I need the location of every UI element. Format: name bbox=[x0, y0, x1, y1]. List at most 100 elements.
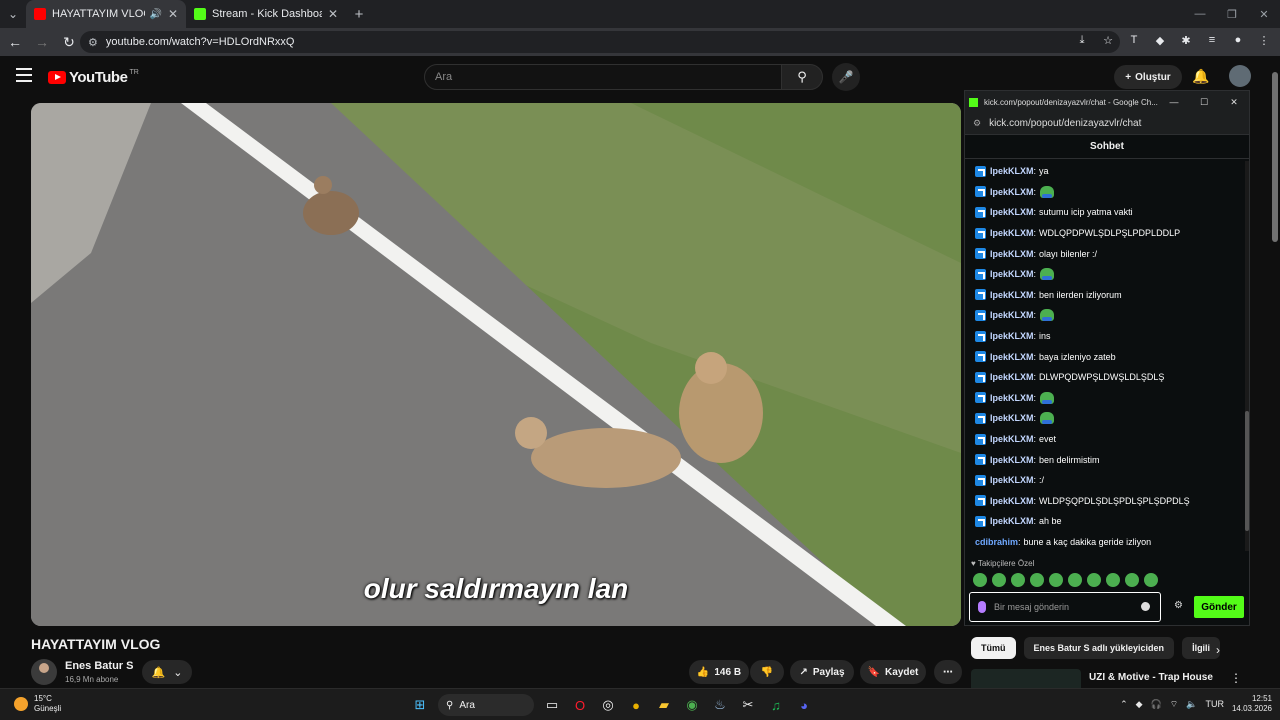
taskbar-search[interactable]: ⚲ Ara bbox=[438, 694, 534, 716]
close-tab-icon[interactable]: ✕ bbox=[328, 7, 338, 21]
minimize-icon[interactable]: — bbox=[1184, 0, 1216, 28]
chat-username[interactable]: IpekKLXM bbox=[990, 434, 1034, 444]
voice-search-button[interactable]: 🎤 bbox=[832, 63, 860, 91]
speaker-icon[interactable]: 🔊 bbox=[149, 9, 161, 20]
like-button[interactable]: 👍 146 B bbox=[689, 660, 749, 684]
chat-username[interactable]: IpekKLXM bbox=[990, 352, 1034, 362]
puzzle-extensions-icon[interactable]: ✱ bbox=[1178, 32, 1194, 48]
youtube-logo[interactable]: YouTube TR bbox=[48, 69, 139, 86]
tray-app-icon[interactable]: ◆ bbox=[1136, 699, 1143, 710]
emote-icon[interactable] bbox=[1011, 573, 1025, 587]
chat-username[interactable]: IpekKLXM bbox=[990, 228, 1034, 238]
chat-username[interactable]: IpekKLXM bbox=[990, 269, 1034, 279]
clock[interactable]: 12:51 14.03.2026 bbox=[1232, 694, 1272, 714]
minimize-icon[interactable]: — bbox=[1159, 91, 1189, 113]
tab-search-chevron-icon[interactable]: ⌄ bbox=[0, 0, 26, 28]
more-actions-button[interactable]: ⋯ bbox=[934, 660, 962, 684]
discord-icon[interactable]: ◕ bbox=[794, 695, 814, 715]
video-player[interactable]: olur saldırmayın lan bbox=[31, 103, 961, 626]
weather-widget[interactable]: 15°C Güneşli bbox=[14, 694, 61, 714]
emote-icon[interactable] bbox=[973, 573, 987, 587]
translate-extension-icon[interactable]: T bbox=[1126, 32, 1142, 48]
chip-from-uploader[interactable]: Enes Batur S adlı yükleyiciden bbox=[1023, 637, 1175, 659]
close-tab-icon[interactable]: ✕ bbox=[168, 7, 178, 21]
chat-username[interactable]: IpekKLXM bbox=[990, 166, 1034, 176]
chat-username[interactable]: cdibrahim bbox=[975, 537, 1018, 547]
chat-username[interactable]: IpekKLXM bbox=[990, 496, 1034, 506]
chat-username[interactable]: IpekKLXM bbox=[990, 455, 1034, 465]
recommendation-title[interactable]: UZI & Motive - Trap House bbox=[1089, 672, 1213, 683]
capcut-icon[interactable]: ✂ bbox=[738, 695, 758, 715]
emote-icon[interactable] bbox=[1087, 573, 1101, 587]
restore-icon[interactable]: ❐ bbox=[1216, 0, 1248, 28]
chat-scrollbar[interactable] bbox=[1245, 161, 1249, 551]
more-dots-icon[interactable]: ⋮ bbox=[1230, 671, 1242, 685]
steam-icon[interactable]: ♨ bbox=[710, 695, 730, 715]
search-button[interactable]: ⚲ bbox=[781, 64, 823, 90]
app-icon[interactable]: ● bbox=[626, 695, 646, 715]
menu-dots-icon[interactable]: ⋮ bbox=[1256, 32, 1272, 48]
create-button[interactable]: + Oluştur bbox=[1114, 65, 1182, 89]
chat-username[interactable]: IpekKLXM bbox=[990, 372, 1034, 382]
account-avatar[interactable] bbox=[1229, 65, 1251, 87]
wifi-icon[interactable]: ⌔ bbox=[1170, 699, 1178, 710]
site-info-icon[interactable]: ⚙ bbox=[88, 36, 98, 49]
tab-kick-dashboard[interactable]: Stream - Kick Dashboard ✕ bbox=[186, 0, 346, 28]
emoji-icon[interactable] bbox=[1141, 602, 1150, 611]
media-controls-icon[interactable]: ≡ bbox=[1204, 32, 1220, 48]
subscription-notification-button[interactable]: 🔔 ⌄ bbox=[142, 660, 192, 684]
emote-icon[interactable] bbox=[1125, 573, 1139, 587]
page-scrollbar[interactable] bbox=[1272, 72, 1278, 242]
new-tab-button[interactable]: + bbox=[346, 0, 372, 28]
maximize-icon[interactable]: ☐ bbox=[1189, 91, 1219, 113]
chat-username[interactable]: IpekKLXM bbox=[990, 475, 1034, 485]
install-app-icon[interactable]: ⤓ bbox=[1074, 32, 1090, 48]
menu-icon[interactable] bbox=[16, 68, 32, 82]
chat-username[interactable]: IpekKLXM bbox=[990, 187, 1034, 197]
dislike-button[interactable]: 👎 bbox=[750, 660, 784, 684]
extension-icon[interactable]: ◆ bbox=[1152, 32, 1168, 48]
headset-icon[interactable]: 🎧 bbox=[1151, 699, 1162, 710]
notifications-bell-icon[interactable]: 🔔 bbox=[1192, 68, 1209, 85]
chat-username[interactable]: IpekKLXM bbox=[990, 249, 1034, 259]
chat-username[interactable]: IpekKLXM bbox=[990, 393, 1034, 403]
channel-avatar[interactable] bbox=[31, 659, 57, 685]
emote-icon[interactable] bbox=[1030, 573, 1044, 587]
volume-icon[interactable]: 🔈 bbox=[1186, 699, 1197, 710]
search-input[interactable]: Ara bbox=[424, 64, 782, 90]
close-window-icon[interactable]: ✕ bbox=[1248, 0, 1280, 28]
emote-icon[interactable] bbox=[1068, 573, 1082, 587]
send-button[interactable]: Gönder bbox=[1194, 596, 1244, 618]
back-arrow-icon[interactable]: ← bbox=[3, 30, 27, 54]
emote-icon[interactable] bbox=[1144, 573, 1158, 587]
chat-message-input[interactable]: Bir mesaj gönderin bbox=[969, 592, 1161, 622]
chat-username[interactable]: IpekKLXM bbox=[990, 207, 1034, 217]
chat-username[interactable]: IpekKLXM bbox=[990, 290, 1034, 300]
file-explorer-icon[interactable]: ▰ bbox=[654, 695, 674, 715]
reload-icon[interactable]: ↻ bbox=[57, 30, 81, 54]
chat-username[interactable]: IpekKLXM bbox=[990, 310, 1034, 320]
emote-icon[interactable] bbox=[1106, 573, 1120, 587]
chat-username[interactable]: IpekKLXM bbox=[990, 331, 1034, 341]
windows-start-icon[interactable]: ⊞ bbox=[410, 695, 430, 715]
tab-youtube[interactable]: HAYATTAYIM VLOG - YouTube 🔊 ✕ bbox=[26, 0, 186, 28]
chat-settings-gear-icon[interactable]: ⚙ bbox=[1174, 600, 1183, 611]
emote-icon[interactable] bbox=[992, 573, 1006, 587]
spotify-icon[interactable]: ♫ bbox=[766, 695, 786, 715]
task-view-icon[interactable]: ▭ bbox=[542, 695, 562, 715]
save-button[interactable]: 🔖 Kaydet bbox=[860, 660, 926, 684]
app-icon[interactable]: ◎ bbox=[598, 695, 618, 715]
profile-icon[interactable]: ● bbox=[1230, 32, 1246, 48]
bookmark-star-icon[interactable]: ☆ bbox=[1100, 32, 1116, 48]
chevron-up-icon[interactable]: ⌃ bbox=[1120, 699, 1128, 710]
language-indicator[interactable]: TUR bbox=[1205, 699, 1224, 709]
chip-all[interactable]: Tümü bbox=[971, 637, 1016, 659]
chat-username[interactable]: IpekKLXM bbox=[990, 413, 1034, 423]
site-info-icon[interactable]: ⚙ bbox=[973, 118, 981, 129]
chat-username[interactable]: IpekKLXM bbox=[990, 516, 1034, 526]
close-icon[interactable]: ✕ bbox=[1219, 91, 1249, 113]
channel-name[interactable]: Enes Batur S bbox=[65, 660, 133, 672]
address-bar[interactable]: ⚙ youtube.com/watch?v=HDLOrdNRxxQ bbox=[80, 31, 1120, 53]
emote-icon[interactable] bbox=[1049, 573, 1063, 587]
chevron-right-icon[interactable]: › bbox=[1216, 643, 1220, 657]
